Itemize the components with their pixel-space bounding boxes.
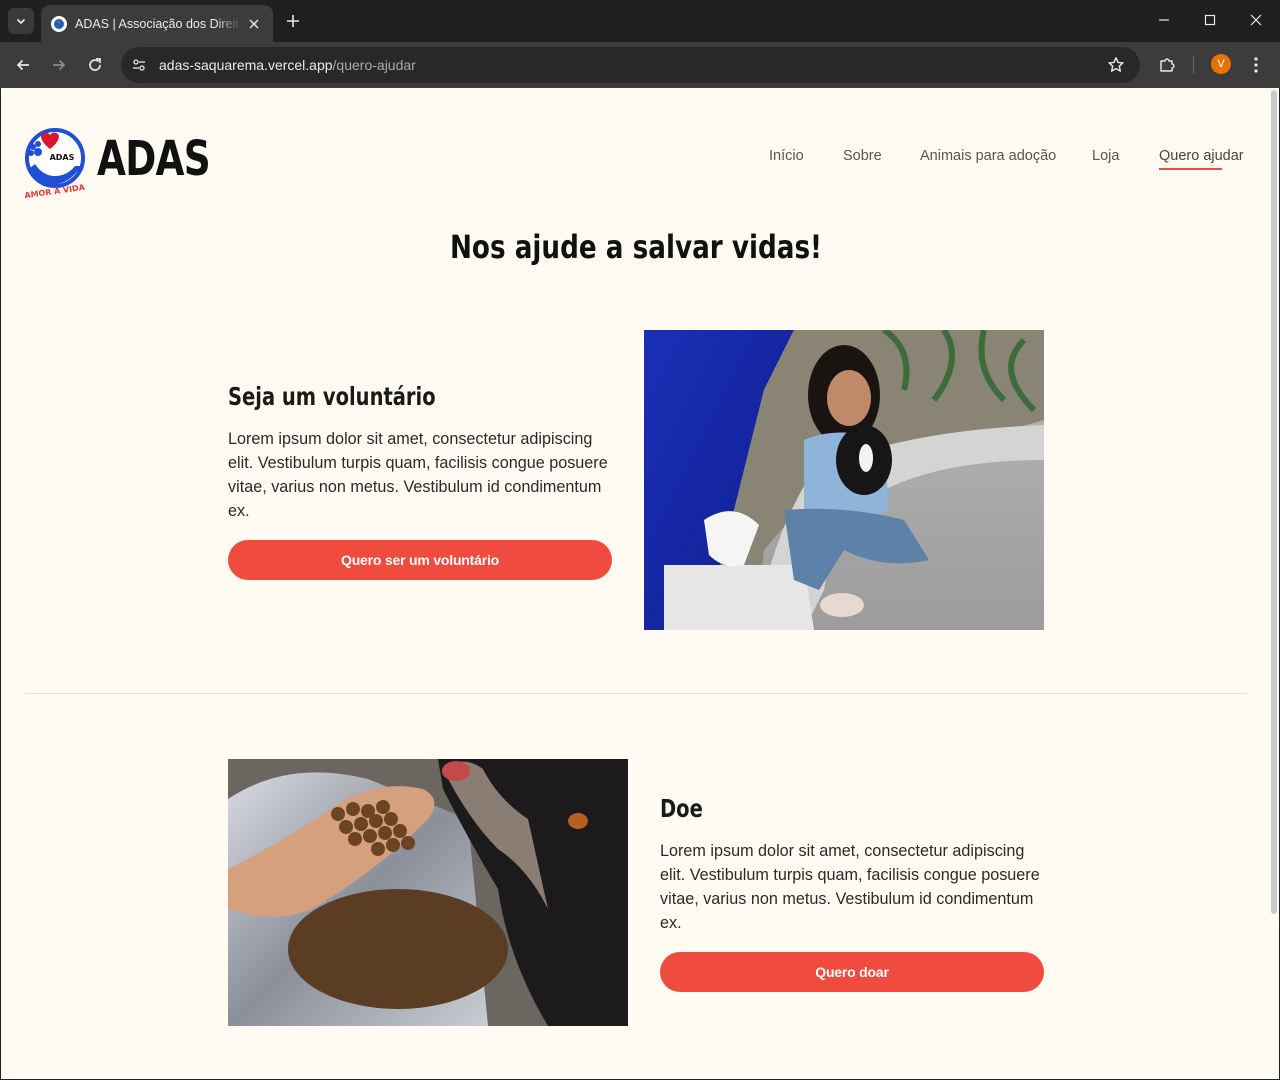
volunteer-with-puppy-photo [644, 330, 1044, 630]
bookmark-star-icon[interactable] [1104, 53, 1128, 77]
browser-tab-active[interactable]: ADAS | Associação dos Direitos [41, 5, 273, 42]
browser-tab-bar: ADAS | Associação dos Direitos [0, 0, 1280, 42]
logo-emblem-text: ADAS [50, 153, 75, 162]
toolbar-separator [1193, 56, 1194, 74]
nav-link-loja[interactable]: Loja [1092, 148, 1119, 164]
tab-title: ADAS | Associação dos Direitos [75, 16, 241, 31]
donate-section-title: Doe [660, 794, 703, 823]
site-settings-icon[interactable] [127, 53, 151, 77]
scrollbar-thumb[interactable] [1271, 90, 1277, 914]
url-path: /quero-ajudar [332, 57, 416, 73]
active-nav-indicator [1159, 168, 1222, 170]
brand-name[interactable]: ADAS [97, 131, 211, 187]
chevron-down-icon [16, 18, 26, 25]
more-menu-kebab-icon[interactable] [1244, 53, 1268, 77]
reload-icon[interactable] [83, 53, 107, 77]
minimize-window-icon[interactable] [1141, 0, 1187, 40]
page-viewport: ADAS AMOR À VIDA ADAS Início Sobre Anima… [1, 88, 1279, 1079]
donate-button[interactable]: Quero doar [660, 952, 1044, 992]
close-tab-icon[interactable] [245, 15, 263, 33]
browser-toolbar: adas-saquarema.vercel.app/quero-ajudar V [0, 42, 1280, 88]
new-tab-plus-icon[interactable] [281, 9, 305, 33]
close-window-icon[interactable] [1233, 0, 1279, 40]
adas-logo-emblem-icon: ADAS AMOR À VIDA [24, 128, 86, 200]
nav-link-quero-ajudar[interactable]: Quero ajudar [1159, 148, 1244, 164]
nav-link-inicio[interactable]: Início [769, 148, 804, 164]
volunteer-button[interactable]: Quero ser um voluntário [228, 540, 612, 580]
nav-link-animais-para-adocao[interactable]: Animais para adoção [920, 148, 1056, 164]
section-divider [25, 693, 1247, 694]
dog-food-donation-photo [228, 759, 628, 1026]
url-domain: adas-saquarema.vercel.app [159, 57, 333, 73]
adas-favicon-icon [51, 15, 67, 32]
back-arrow-icon[interactable] [11, 53, 35, 77]
donate-section-text: Lorem ipsum dolor sit amet, consectetur … [660, 842, 1040, 932]
page-scrollbar[interactable] [1270, 88, 1279, 1079]
nav-link-sobre[interactable]: Sobre [843, 148, 882, 164]
page-headline: Nos ajude a salvar vidas! [449, 228, 823, 266]
profile-avatar[interactable]: V [1211, 54, 1231, 74]
adas-logo[interactable]: ADAS AMOR À VIDA [23, 122, 87, 200]
volunteer-section-title: Seja um voluntário [228, 382, 436, 411]
tab-search-button[interactable] [8, 8, 34, 34]
volunteer-section-text: Lorem ipsum dolor sit amet, consectetur … [228, 430, 608, 520]
url-text: adas-saquarema.vercel.app/quero-ajudar [159, 57, 416, 73]
maximize-window-icon[interactable] [1187, 0, 1233, 40]
address-bar[interactable]: adas-saquarema.vercel.app/quero-ajudar [121, 47, 1140, 83]
forward-arrow-icon[interactable] [47, 53, 71, 77]
extensions-puzzle-icon[interactable] [1155, 53, 1179, 77]
